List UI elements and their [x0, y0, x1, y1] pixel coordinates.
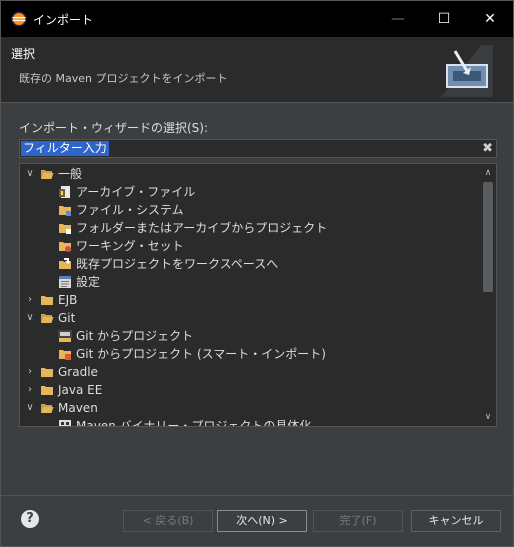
- folder-icon: [41, 386, 53, 395]
- window-title: インポート: [33, 13, 94, 27]
- tree-item-maven[interactable]: ∨ Maven: [20, 399, 480, 417]
- folder-open-icon: [41, 404, 54, 413]
- filter-input[interactable]: フィルター入力 ✖: [19, 139, 497, 158]
- git-project-icon: [58, 330, 72, 342]
- preferences-icon: [59, 276, 71, 288]
- page-description: 既存の Maven プロジェクトをインポート: [19, 72, 228, 85]
- minimize-button[interactable]: —: [375, 1, 421, 37]
- tree-item-working-set[interactable]: ワーキング・セット: [20, 237, 480, 255]
- finish-button[interactable]: 完了(F): [313, 510, 403, 532]
- chevron-down-icon[interactable]: ∨: [24, 399, 36, 417]
- chevron-right-icon[interactable]: ›: [24, 363, 36, 381]
- back-button[interactable]: < 戻る(B): [123, 510, 213, 532]
- tree-item-maven-binary[interactable]: Maven バイナリー・プロジェクトの具体化: [20, 417, 480, 426]
- scroll-thumb[interactable]: [483, 182, 493, 292]
- cancel-button[interactable]: キャンセル: [411, 510, 501, 532]
- tree-item-git[interactable]: ∨ Git: [20, 309, 480, 327]
- tree-item-gradle[interactable]: › Gradle: [20, 363, 480, 381]
- tree-item-project-from-folder[interactable]: フォルダーまたはアーカイブからプロジェクト: [20, 219, 480, 237]
- existing-project-icon: [59, 258, 71, 269]
- clear-filter-icon[interactable]: ✖: [482, 140, 493, 157]
- import-dialog: インポート — ☐ ✕ 選択 既存の Maven プロジェクトをインポート イン…: [0, 0, 514, 547]
- next-button[interactable]: 次へ(N) >: [217, 510, 307, 532]
- maven-binary-icon: [59, 420, 71, 426]
- eclipse-icon: [11, 11, 27, 27]
- folder-open-icon: [41, 314, 54, 323]
- git-smart-import-icon: [59, 350, 71, 360]
- footer-divider: [1, 495, 513, 496]
- import-wizard-icon: [441, 45, 493, 97]
- tree-item-java-ee[interactable]: › Java EE: [20, 381, 480, 399]
- folder-open-icon: [41, 170, 54, 179]
- chevron-right-icon[interactable]: ›: [24, 291, 36, 309]
- chevron-down-icon[interactable]: ∨: [24, 165, 36, 183]
- chevron-down-icon[interactable]: ∨: [24, 309, 36, 327]
- folder-icon: [41, 368, 53, 377]
- tree-item-preferences[interactable]: 設定: [20, 273, 480, 291]
- tree-item-git-project[interactable]: Git からプロジェクト: [20, 327, 480, 345]
- title-bar: インポート — ☐ ✕: [1, 1, 513, 37]
- maximize-button[interactable]: ☐: [421, 1, 467, 37]
- project-folder-icon: [59, 224, 71, 234]
- close-button[interactable]: ✕: [467, 1, 513, 37]
- tree-item-file-system[interactable]: ファイル・システム: [20, 201, 480, 219]
- wizard-tree[interactable]: ∨ 一般 アーカイブ・ファイル ファイル・システム フォルダーまたはアーカイブか…: [19, 163, 497, 427]
- archive-file-icon: [59, 186, 70, 198]
- tree-item-existing-project[interactable]: 既存プロジェクトをワークスペースへ: [20, 255, 480, 273]
- scroll-up-icon[interactable]: ∧: [480, 166, 496, 180]
- tree-item-general[interactable]: ∨ 一般: [20, 165, 480, 183]
- wizard-select-label: インポート・ウィザードの選択(S):: [19, 121, 209, 135]
- scroll-down-icon[interactable]: ∨: [480, 410, 496, 424]
- working-set-icon: [59, 242, 71, 252]
- tree-item-ejb[interactable]: › EJB: [20, 291, 480, 309]
- filter-input-text[interactable]: フィルター入力: [21, 141, 109, 156]
- chevron-right-icon[interactable]: ›: [24, 381, 36, 399]
- help-icon[interactable]: ?: [21, 510, 39, 528]
- tree-item-git-smart-import[interactable]: Git からプロジェクト (スマート・インポート): [20, 345, 480, 363]
- folder-icon: [41, 296, 53, 305]
- filesystem-folder-icon: [59, 206, 71, 216]
- page-title: 選択: [11, 47, 36, 61]
- tree-scrollbar[interactable]: ∧ ∨: [480, 164, 496, 426]
- tree-item-archive-file[interactable]: アーカイブ・ファイル: [20, 183, 480, 201]
- wizard-header: 選択 既存の Maven プロジェクトをインポート: [1, 37, 513, 103]
